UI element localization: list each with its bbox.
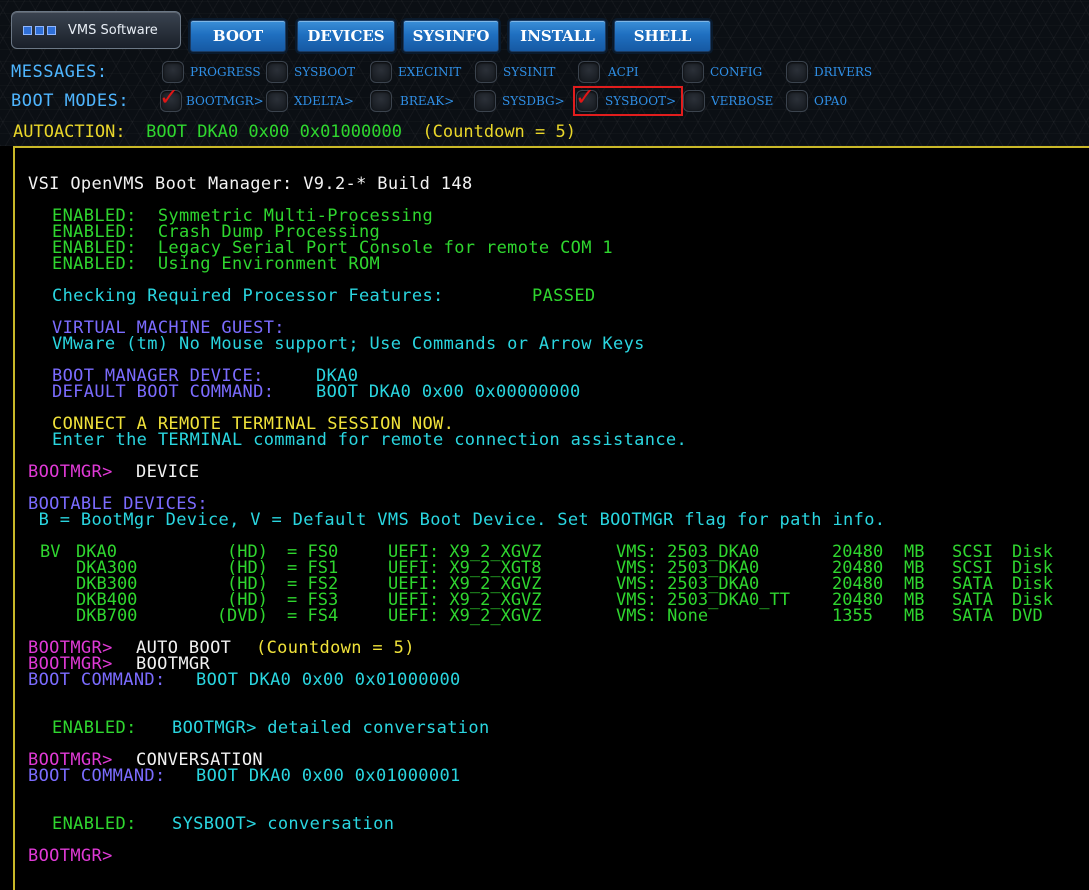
brand-badge: VMS Software	[11, 11, 181, 49]
bootable-devices-legend: B = BootMgr Device, V = Default VMS Boot…	[28, 510, 886, 530]
checkbox[interactable]	[683, 90, 705, 112]
mode-sysboot-option[interactable]: ✓ SYSBOOT>	[572, 85, 684, 116]
boot-command-label: BOOT COMMAND:	[28, 766, 166, 786]
msg-execinit-option[interactable]: EXECINIT	[370, 60, 461, 84]
device-bus-cell: SATA	[952, 606, 993, 626]
device-unit-cell: MB	[904, 606, 925, 626]
boot-manager-header: VSI OpenVMS Boot Manager: V9.2-* Build 1…	[28, 174, 473, 194]
vms-logo-icon	[23, 25, 56, 35]
device-kind-cell: DVD	[1012, 606, 1043, 626]
autoaction-value: BOOT DKA0 0x00 0x01000000	[146, 122, 402, 142]
msg-config-option[interactable]: CONFIG	[682, 60, 762, 84]
messages-label: MESSAGES:	[11, 62, 108, 82]
autoaction-countdown: (Countdown = 5)	[422, 122, 576, 142]
brand-title: VMS Software	[68, 22, 158, 38]
vmware-notice: VMware (tm) No Mouse support; Use Comman…	[52, 334, 645, 354]
terminal-hint: Enter the TERMINAL command for remote co…	[52, 430, 688, 450]
checkbox-checked[interactable]: ✓	[575, 85, 598, 112]
enabled-label: ENABLED:	[52, 718, 137, 738]
device-vms-cell: VMS: None	[616, 606, 709, 626]
menu-devices-button[interactable]: DEVICES	[297, 20, 395, 52]
mode-break-option[interactable]: BREAK>	[370, 89, 454, 113]
default-cmd-label: DEFAULT BOOT COMMAND:	[52, 382, 275, 402]
menu-shell-button[interactable]: SHELL	[614, 20, 711, 52]
autoaction-line: AUTOACTION: BOOT DKA0 0x00 0x01000000 (C…	[13, 122, 576, 142]
menu-boot-button[interactable]: BOOT	[190, 20, 286, 52]
device-name-cell: DKB700	[76, 606, 138, 626]
checkbox[interactable]	[266, 61, 288, 83]
msg-progress-option[interactable]: PROGRESS	[162, 60, 261, 84]
checkmark-icon: ✓	[575, 83, 596, 111]
boot-modes-label: BOOT MODES:	[11, 91, 130, 111]
boot-command-value: BOOT DKA0 0x00 0x01000000	[196, 670, 461, 690]
console-terminal[interactable]: VSI OpenVMS Boot Manager: V9.2-* Build 1…	[13, 146, 1089, 890]
enabled-label: ENABLED:	[52, 814, 137, 834]
checkbox[interactable]	[682, 61, 704, 83]
device-flags-cell: BV	[40, 542, 61, 562]
bootmgr-prompt: BOOTMGR>	[28, 462, 113, 482]
checkbox[interactable]	[475, 61, 497, 83]
checkbox[interactable]	[370, 61, 392, 83]
checkbox[interactable]	[786, 90, 808, 112]
checkbox[interactable]	[266, 90, 288, 112]
top-chrome: VMS Software BOOT DEVICES SYSINFO INSTAL…	[0, 0, 1089, 146]
mode-opa0-option[interactable]: OPA0	[786, 89, 847, 113]
checkmark-icon: ✓	[159, 83, 180, 111]
device-fs-cell: = FS4	[287, 606, 339, 626]
msg-acpi-option[interactable]: ACPI	[578, 60, 639, 84]
enabled-line: ENABLED: Using Environment ROM	[52, 254, 381, 274]
checkbox[interactable]	[786, 61, 808, 83]
checkbox[interactable]	[578, 61, 600, 83]
msg-sysinit-option[interactable]: SYSINIT	[475, 60, 555, 84]
enabled-sysboot-text: SYSBOOT> conversation	[172, 814, 395, 834]
processor-check-label: Checking Required Processor Features:	[52, 286, 444, 306]
menu-sysinfo-button[interactable]: SYSINFO	[403, 20, 499, 52]
enabled-bootmgr-text: BOOTMGR> detailed conversation	[172, 718, 490, 738]
autoaction-label: AUTOACTION:	[13, 122, 126, 142]
bootmgr-prompt: BOOTMGR>	[28, 846, 113, 866]
default-cmd-value: BOOT DKA0 0x00 0x00000000	[316, 382, 581, 402]
command-text: DEVICE	[136, 462, 200, 482]
mode-sysdbg-option[interactable]: SYSDBG>	[474, 89, 565, 113]
checkbox-checked[interactable]: ✓	[159, 85, 182, 112]
mode-xdelta-option[interactable]: XDELTA>	[266, 89, 354, 113]
msg-sysboot-option[interactable]: SYSBOOT	[266, 60, 355, 84]
boot-command-label: BOOT COMMAND:	[28, 670, 166, 690]
checkbox[interactable]	[162, 61, 184, 83]
processor-check-result: PASSED	[532, 286, 596, 306]
device-type-cell: (DVD)	[216, 606, 268, 626]
device-size-cell: 1355	[832, 606, 873, 626]
menu-install-button[interactable]: INSTALL	[509, 20, 606, 52]
mode-verbose-option[interactable]: VERBOSE	[683, 89, 773, 113]
checkbox[interactable]	[474, 90, 496, 112]
mode-bootmgr-option[interactable]: ✓ BOOTMGR>	[159, 85, 264, 113]
checkbox[interactable]	[370, 90, 392, 112]
boot-command-value: BOOT DKA0 0x00 0x01000001	[196, 766, 461, 786]
msg-drivers-option[interactable]: DRIVERS	[786, 60, 872, 84]
auto-countdown: (Countdown = 5)	[256, 638, 415, 658]
device-uefi-cell: UEFI: X9_2_XGVZ	[388, 606, 542, 626]
